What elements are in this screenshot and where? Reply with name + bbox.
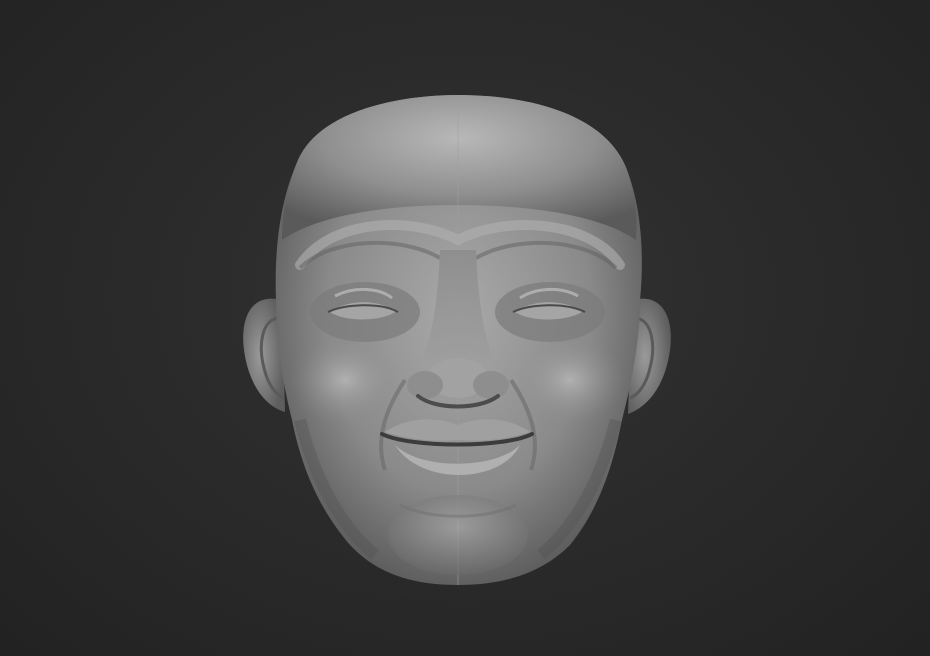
chin <box>388 495 528 575</box>
sculpt-render <box>243 95 671 585</box>
right-cheek <box>515 335 625 425</box>
viewport-3d[interactable] <box>0 0 930 656</box>
left-cheek <box>290 335 400 425</box>
